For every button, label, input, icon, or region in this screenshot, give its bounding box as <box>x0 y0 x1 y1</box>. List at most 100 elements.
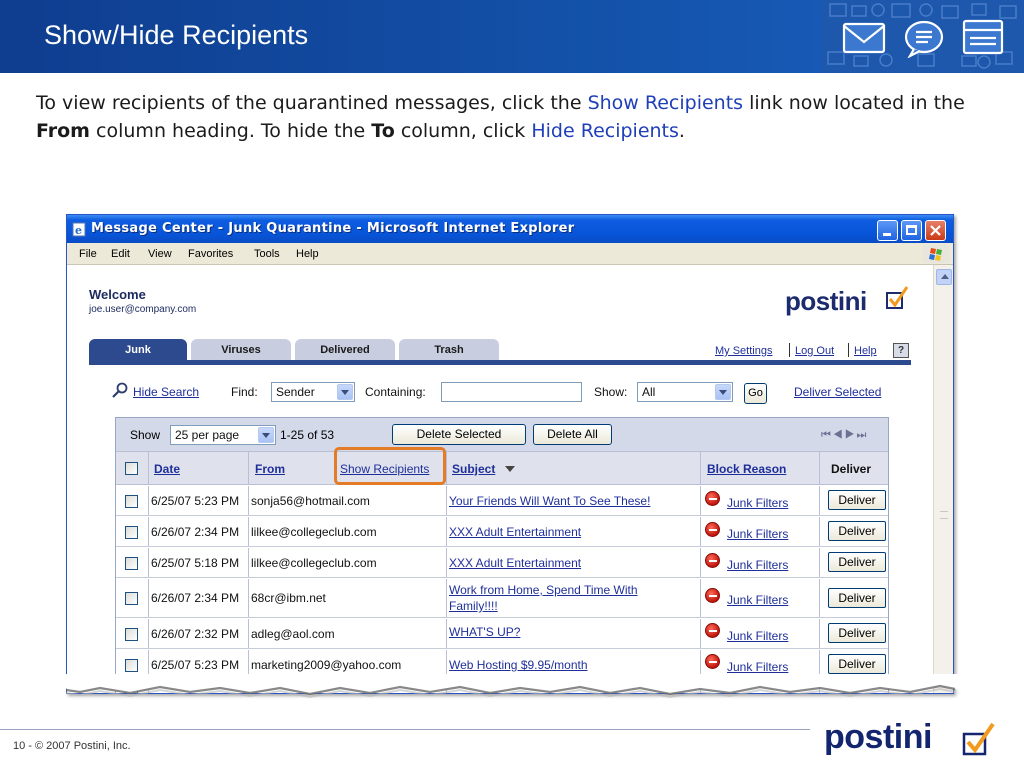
help-icon[interactable]: ? <box>893 343 909 358</box>
block-stop-icon <box>705 491 720 506</box>
block-stop-icon <box>705 553 720 568</box>
menu-file[interactable]: File <box>79 248 97 260</box>
checkmark-logo-icon <box>886 286 909 309</box>
row-date: 6/25/07 5:23 PM <box>151 658 240 672</box>
result-range: 1-25 of 53 <box>280 428 335 442</box>
slide: Show/Hide Recipients To view recipients … <box>0 0 1024 768</box>
menu-tools[interactable]: Tools <box>254 248 280 260</box>
containing-input[interactable] <box>441 382 582 402</box>
menu-favorites[interactable]: Favorites <box>188 248 233 260</box>
tab-viruses[interactable]: Viruses <box>191 339 291 361</box>
row-date: 6/26/07 2:34 PM <box>151 525 240 539</box>
sort-descending-icon[interactable] <box>505 466 515 472</box>
table-row: 6/26/07 2:34 PM 68cr@ibm.net Work from H… <box>116 579 888 618</box>
delete-selected-button[interactable]: Delete Selected <box>392 424 526 445</box>
row-reason-link[interactable]: Junk Filters <box>727 558 788 572</box>
from-reference: From <box>36 120 90 142</box>
chevron-down-icon <box>337 384 353 400</box>
menu-help[interactable]: Help <box>296 248 319 260</box>
row-reason-link[interactable]: Junk Filters <box>727 527 788 541</box>
containing-label: Containing: <box>365 385 426 399</box>
show-select[interactable]: All <box>637 382 733 402</box>
row-checkbox[interactable] <box>125 495 138 508</box>
delete-all-button[interactable]: Delete All <box>533 424 612 445</box>
row-reason-link[interactable]: Junk Filters <box>727 496 788 510</box>
subject-column-header[interactable]: Subject <box>452 462 495 476</box>
row-subject-link[interactable]: XXX Adult Entertainment <box>449 525 581 539</box>
row-subject-link[interactable]: Your Friends Will Want To See These! <box>449 494 650 508</box>
checkmark-logo-icon <box>962 722 995 756</box>
show-recipients-reference: Show Recipients <box>587 92 744 114</box>
go-button[interactable]: Go <box>744 383 767 404</box>
vertical-scrollbar[interactable] <box>933 265 953 693</box>
block-reason-column-header[interactable]: Block Reason <box>707 462 786 476</box>
row-subject-link[interactable]: XXX Adult Entertainment <box>449 556 581 570</box>
row-checkbox[interactable] <box>125 628 138 641</box>
deliver-button[interactable]: Deliver <box>828 623 886 643</box>
deliver-selected-link[interactable]: Deliver Selected <box>794 385 881 399</box>
tab-divider <box>89 360 911 365</box>
deliver-button[interactable]: Deliver <box>828 654 886 674</box>
scroll-grip-icon[interactable] <box>940 511 948 519</box>
block-stop-icon <box>705 623 720 638</box>
deliver-button[interactable]: Deliver <box>828 521 886 541</box>
message-center-page: Welcome joe.user@company.com postini Jun… <box>67 265 933 693</box>
per-page-select[interactable]: 25 per page <box>170 425 276 445</box>
logout-link[interactable]: Log Out <box>795 345 834 357</box>
menu-edit[interactable]: Edit <box>111 248 130 260</box>
date-column-header[interactable]: Date <box>154 462 180 476</box>
row-subject-link-continued[interactable]: Family!!!! <box>449 599 498 613</box>
from-column-header[interactable]: From <box>255 462 285 476</box>
tab-delivered[interactable]: Delivered <box>295 339 395 361</box>
row-subject-link[interactable]: Web Hosting $9.95/month <box>449 658 588 672</box>
row-date: 6/26/07 2:34 PM <box>151 591 240 605</box>
minimize-icon[interactable] <box>877 220 898 241</box>
row-checkbox[interactable] <box>125 592 138 605</box>
svg-text:e: e <box>75 224 82 237</box>
deliver-button[interactable]: Deliver <box>828 588 886 608</box>
show-select-value: All <box>642 385 656 399</box>
row-checkbox[interactable] <box>125 557 138 570</box>
block-stop-icon <box>705 654 720 669</box>
table-row: 6/26/07 2:32 PM adleg@aol.com WHAT'S UP?… <box>116 619 888 649</box>
chevron-down-icon <box>258 427 274 443</box>
find-select[interactable]: Sender <box>271 382 355 402</box>
mail-icons-art <box>822 0 1024 73</box>
deliver-button[interactable]: Deliver <box>828 552 886 572</box>
tab-junk[interactable]: Junk <box>89 339 187 361</box>
row-reason-link[interactable]: Junk Filters <box>727 593 788 607</box>
scroll-up-icon[interactable] <box>936 269 952 285</box>
slide-header: Show/Hide Recipients <box>0 0 1024 73</box>
postini-footer-logo: postini <box>824 718 932 756</box>
select-all-checkbox[interactable] <box>125 462 138 475</box>
link-separator <box>789 343 790 357</box>
search-bar: Hide Search Find: Sender Containing: Sho… <box>111 379 911 405</box>
my-settings-link[interactable]: My Settings <box>715 345 772 357</box>
browser-window: e Message Center - Junk Quarantine - Mic… <box>66 214 954 694</box>
browser-titlebar: e Message Center - Junk Quarantine - Mic… <box>67 215 953 243</box>
row-reason-link[interactable]: Junk Filters <box>727 629 788 643</box>
show-per-page-label: Show <box>130 428 161 442</box>
show-recipients-highlight <box>334 447 446 485</box>
row-checkbox[interactable] <box>125 659 138 672</box>
pagination-arrows-icon[interactable]: ⏮◀▶⏭ <box>821 429 881 441</box>
row-subject-link[interactable]: WHAT'S UP? <box>449 625 520 639</box>
row-date: 6/25/07 5:18 PM <box>151 556 240 570</box>
row-reason-link[interactable]: Junk Filters <box>727 660 788 674</box>
row-date: 6/25/07 5:23 PM <box>151 494 240 508</box>
table-header: Date From Show Recipients Subject Block … <box>116 451 888 485</box>
row-checkbox[interactable] <box>125 526 138 539</box>
deliver-button[interactable]: Deliver <box>828 490 886 510</box>
table-toolbar: Show 25 per page 1-25 of 53 Delete Selec… <box>116 418 888 451</box>
menu-view[interactable]: View <box>148 248 172 260</box>
deliver-column-header: Deliver <box>831 462 872 476</box>
row-from: lilkee@collegeclub.com <box>251 525 377 539</box>
hide-search-link[interactable]: Hide Search <box>133 385 199 399</box>
help-link[interactable]: Help <box>854 345 877 357</box>
tab-trash[interactable]: Trash <box>399 339 499 361</box>
close-icon[interactable] <box>925 220 946 241</box>
row-subject-link[interactable]: Work from Home, Spend Time With <box>449 583 638 597</box>
maximize-icon[interactable] <box>901 220 922 241</box>
windows-logo-icon <box>923 245 949 263</box>
user-email: joe.user@company.com <box>89 304 197 315</box>
